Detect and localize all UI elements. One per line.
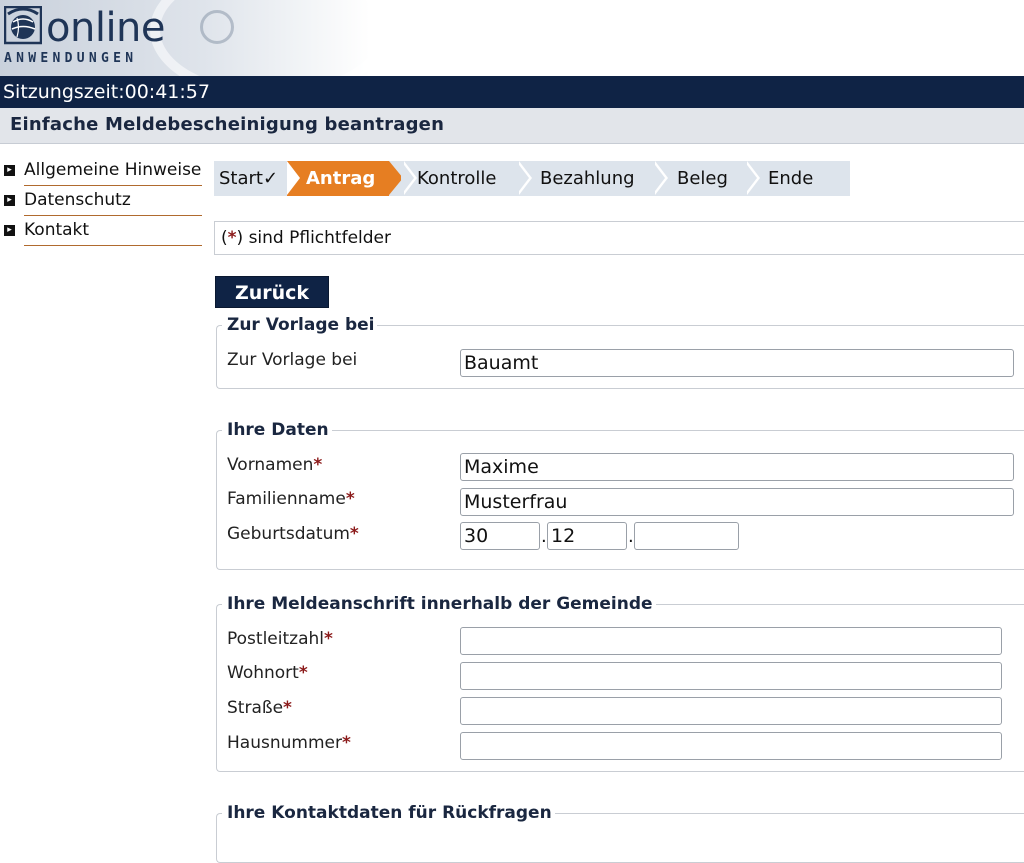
arrow-right-icon: ▸: [4, 165, 15, 176]
birth-month-input[interactable]: [547, 522, 627, 550]
notice-text: ) sind Pflichtfelder: [236, 228, 391, 248]
arrow-right-icon: ▸: [4, 225, 15, 236]
sidebar-item-kontakt[interactable]: ▸ Kontakt: [4, 216, 202, 246]
logo-text: online: [46, 5, 166, 51]
title-bar: Einfache Meldebescheinigung beantragen: [0, 108, 1024, 144]
required-asterisk: *: [349, 524, 359, 544]
sidebar-item-label: Kontakt: [24, 220, 90, 240]
strasse-input[interactable]: [460, 697, 1002, 725]
section-legend: Zur Vorlage bei: [227, 315, 375, 335]
logo-subtitle: ANWENDUNGEN: [4, 51, 138, 66]
step-label: Beleg: [677, 168, 728, 189]
section-legend: Ihre Meldeanschrift innerhalb der Gemein…: [227, 594, 653, 614]
step-beleg: Beleg: [677, 161, 728, 196]
step-separator: [516, 161, 529, 195]
postleitzahl-label: Postleitzahl*: [227, 629, 333, 649]
required-asterisk: *: [298, 663, 308, 683]
required-asterisk: *: [341, 733, 351, 753]
hausnummer-input[interactable]: [460, 732, 1002, 760]
step-label: Start: [219, 168, 263, 189]
arrow-right-icon: ▸: [4, 195, 15, 206]
required-fields-notice: (*) sind Pflichtfelder: [214, 221, 1024, 255]
wohnort-input[interactable]: [460, 662, 1002, 690]
familienname-label: Familienname*: [227, 489, 355, 509]
notice-paren: (: [221, 228, 228, 248]
postleitzahl-input[interactable]: [460, 627, 1002, 655]
sidebar: ▸ Allgemeine Hinweise ▸ Datenschutz ▸ Ko…: [0, 156, 205, 246]
header: online ANWENDUNGEN: [0, 0, 1024, 76]
step-ende: Ende: [768, 161, 813, 196]
required-asterisk: *: [323, 629, 333, 649]
step-label: Antrag: [306, 168, 376, 189]
sidebar-item-allgemeine-hinweise[interactable]: ▸ Allgemeine Hinweise: [4, 156, 202, 186]
step-label: Ende: [768, 168, 814, 189]
step-antrag-active: Antrag: [306, 161, 375, 196]
session-label: Sitzungszeit:: [3, 81, 125, 103]
required-asterisk: *: [345, 489, 355, 509]
step-separator: [652, 161, 665, 195]
vorlage-label: Zur Vorlage bei: [227, 350, 358, 370]
hausnummer-label: Hausnummer*: [227, 733, 351, 753]
geburtsdatum-label: Geburtsdatum*: [227, 524, 359, 544]
page-title: Einfache Meldebescheinigung beantragen: [10, 114, 445, 135]
familienname-input[interactable]: [460, 488, 1014, 516]
back-button[interactable]: Zurück: [215, 276, 329, 308]
required-asterisk: *: [313, 455, 323, 475]
section-kontaktdaten: Ihre Kontaktdaten für Rückfragen: [216, 803, 1024, 863]
step-separator: [744, 161, 757, 195]
globe-logo-icon: [4, 6, 42, 45]
sidebar-item-datenschutz[interactable]: ▸ Datenschutz: [4, 186, 202, 216]
strasse-label: Straße*: [227, 698, 292, 718]
sidebar-item-label: Allgemeine Hinweise: [24, 160, 202, 180]
step-separator: [287, 161, 300, 195]
required-asterisk: *: [283, 698, 292, 718]
date-separator: .: [628, 526, 634, 547]
section-legend: Ihre Kontaktdaten für Rückfragen: [227, 803, 552, 823]
checkmark-icon: ✓: [262, 168, 279, 189]
vorlage-input[interactable]: [460, 349, 1014, 377]
step-separator: [401, 161, 414, 195]
wohnort-label: Wohnort*: [227, 663, 308, 683]
session-timer-bar: Sitzungszeit:00:41:57: [0, 76, 1024, 108]
session-time: 00:41:57: [124, 81, 210, 103]
sidebar-item-label: Datenschutz: [24, 190, 131, 210]
section-legend: Ihre Daten: [227, 420, 329, 440]
step-label: Kontrolle: [417, 168, 497, 189]
birth-day-input[interactable]: [460, 522, 540, 550]
vornamen-label: Vornamen*: [227, 455, 323, 475]
step-label: Bezahlung: [540, 168, 635, 189]
step-start: Start✓: [219, 161, 278, 196]
birth-year-input[interactable]: [634, 522, 739, 550]
vornamen-input[interactable]: [460, 453, 1014, 481]
step-bezahlung: Bezahlung: [540, 161, 635, 196]
step-kontrolle: Kontrolle: [417, 161, 496, 196]
required-asterisk: *: [227, 228, 237, 248]
date-separator: .: [541, 526, 547, 547]
